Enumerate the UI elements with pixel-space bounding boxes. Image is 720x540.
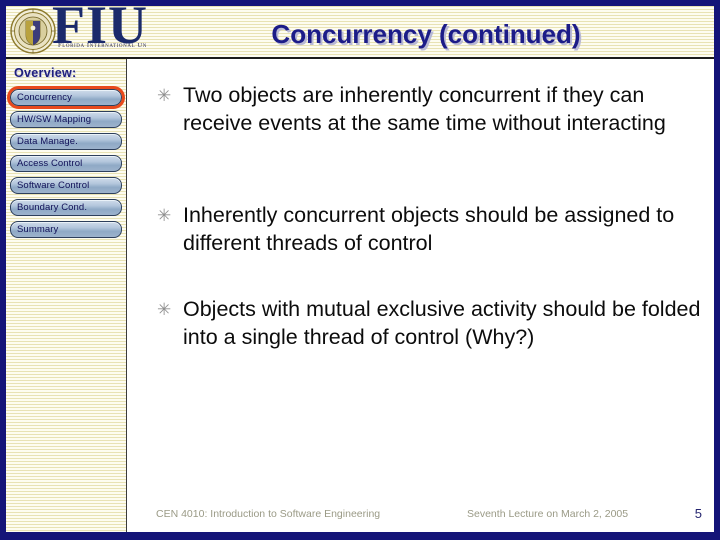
slide-border-right <box>714 0 720 540</box>
asterisk-bullet-icon: ✳ <box>157 86 172 105</box>
sidebar-item-label: HW/SW Mapping <box>17 114 92 125</box>
sidebar-item-label: Access Control <box>17 158 83 169</box>
asterisk-bullet-icon: ✳ <box>157 206 172 225</box>
sidebar-item-software-control[interactable]: Software Control <box>10 177 122 194</box>
bullet-text: Inherently concurrent objects should be … <box>183 203 675 255</box>
fiu-subtitle: Florida International University <box>58 42 146 49</box>
sidebar-heading: Overview: <box>14 66 77 80</box>
footer-course-label: CEN 4010: Introduction to Software Engin… <box>156 508 381 520</box>
sidebar-item-access-control[interactable]: Access Control <box>10 155 122 172</box>
sidebar-item-hw-sw-mapping[interactable]: HW/SW Mapping <box>10 111 122 128</box>
sidebar-item-label: Concurrency <box>17 92 72 103</box>
sidebar-item-label: Software Control <box>17 180 90 191</box>
slide-footer: CEN 4010: Introduction to Software Engin… <box>127 505 714 527</box>
slide-body: ✳ Two objects are inherently concurrent … <box>127 59 714 499</box>
sidebar-item-label: Boundary Cond. <box>17 202 88 213</box>
slide-title: Concurrency (continued) <box>271 19 581 49</box>
bullet-item: ✳ Inherently concurrent objects should b… <box>157 201 702 257</box>
page-number: 5 <box>694 506 702 521</box>
footer-lecture-label: Seventh Lecture on March 2, 2005 <box>467 508 629 520</box>
university-seal-icon <box>10 8 56 54</box>
fiu-logo: FIU Florida International University <box>6 6 146 57</box>
sidebar-item-concurrency[interactable]: Concurrency <box>7 86 125 109</box>
bullet-item: ✳ Two objects are inherently concurrent … <box>157 81 702 137</box>
bullet-text: Objects with mutual exclusive activity s… <box>183 297 701 349</box>
presentation-slide: FIU Florida International University Con… <box>0 0 720 540</box>
sidebar-item-label: Summary <box>17 224 59 235</box>
slide-header-banner: FIU Florida International University Con… <box>6 6 714 57</box>
sidebar-item-summary[interactable]: Summary <box>10 221 122 238</box>
sidebar-nav-list: Concurrency HW/SW Mapping Data Manage. A… <box>6 86 126 243</box>
overview-sidebar: Overview: Concurrency HW/SW Mapping Data… <box>6 59 126 532</box>
sidebar-item-data-management[interactable]: Data Manage. <box>10 133 122 150</box>
bullet-text: Two objects are inherently concurrent if… <box>183 83 666 135</box>
bullet-item: ✳ Objects with mutual exclusive activity… <box>157 295 702 351</box>
sidebar-item-label: Data Manage. <box>17 136 78 147</box>
slide-border-bottom <box>0 532 720 540</box>
sidebar-item-boundary-conditions[interactable]: Boundary Cond. <box>10 199 122 216</box>
asterisk-bullet-icon: ✳ <box>157 300 172 319</box>
